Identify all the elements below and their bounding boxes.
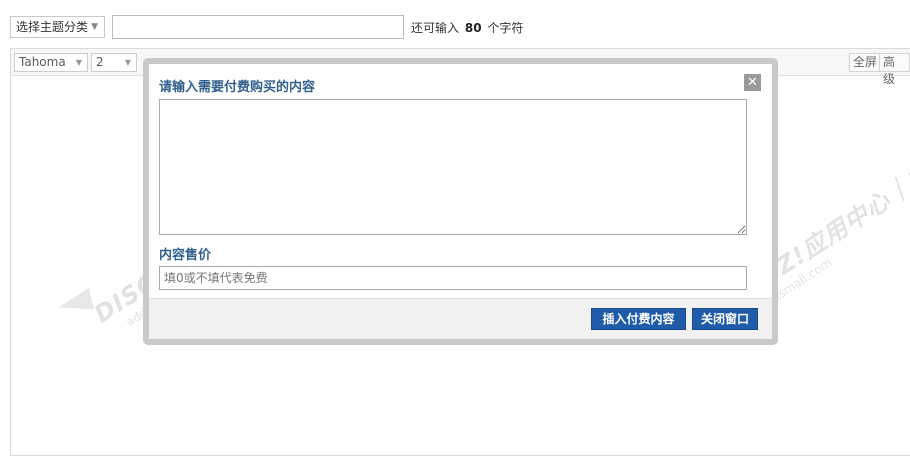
char-counter: 还可输入 80 个字符 xyxy=(411,19,523,36)
dialog-footer: 插入付费内容 关闭窗口 xyxy=(149,298,772,339)
close-icon[interactable]: ✕ xyxy=(744,74,761,91)
counter-suffix: 个字符 xyxy=(487,21,524,35)
price-input[interactable] xyxy=(159,266,747,290)
subject-input[interactable] xyxy=(112,15,404,39)
counter-value: 80 xyxy=(464,21,482,35)
price-label: 内容售价 xyxy=(159,248,212,263)
close-window-button[interactable]: 关闭窗口 xyxy=(692,308,758,330)
insert-pay-content-button[interactable]: 插入付费内容 xyxy=(591,308,686,330)
topic-category-select[interactable]: 选择主题分类 ▼ xyxy=(10,16,105,38)
chevron-down-icon: ▼ xyxy=(91,22,98,32)
dialog-title: 请输入需要付费购买的内容 xyxy=(159,80,316,95)
dialog-body: 请输入需要付费购买的内容 ✕ 内容售价 插入付费内容 关闭窗口 xyxy=(149,64,772,339)
counter-prefix: 还可输入 xyxy=(411,21,460,35)
pay-content-dialog: 请输入需要付费购买的内容 ✕ 内容售价 插入付费内容 关闭窗口 xyxy=(143,58,778,345)
pay-content-textarea[interactable] xyxy=(159,99,747,235)
topic-select-value: 选择主题分类 xyxy=(16,20,89,34)
